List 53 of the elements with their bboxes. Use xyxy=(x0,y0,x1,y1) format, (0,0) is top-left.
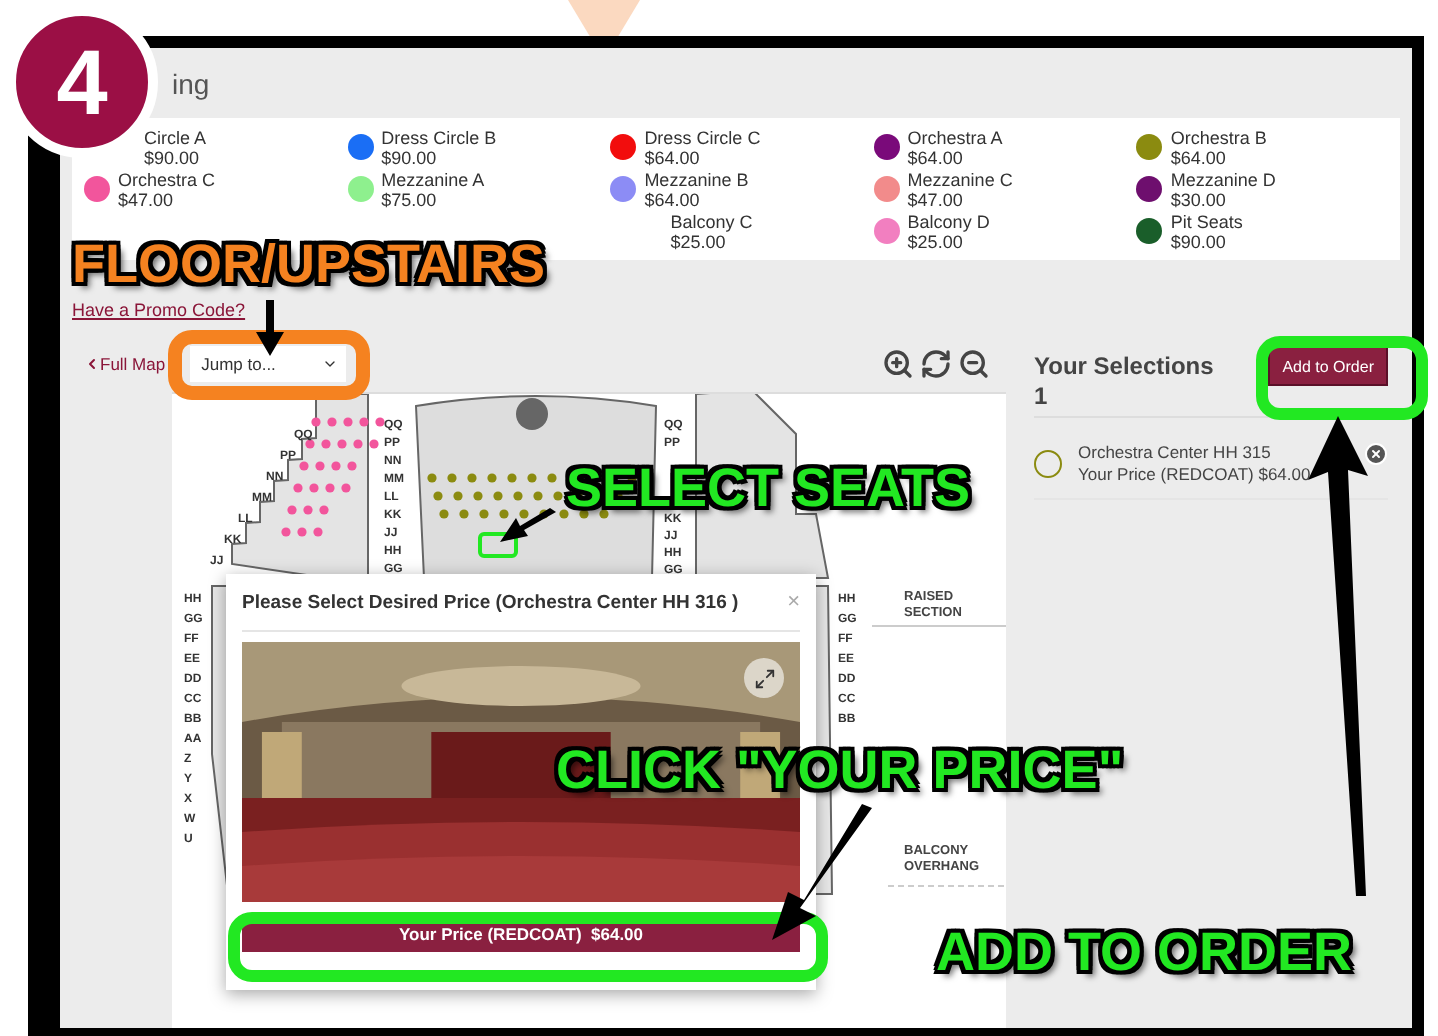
legend-price: $25.00 xyxy=(670,231,727,251)
selected-seat: Orchestra Center HH 315 xyxy=(1078,442,1348,464)
legend-name: Mezzanine D xyxy=(1170,169,1276,189)
promo-link[interactable]: Have a Promo Code? xyxy=(72,300,246,320)
legend-price: $64.00 xyxy=(644,147,702,167)
legend-price: $25.00 xyxy=(907,231,964,251)
full-map-link[interactable]: Full Map xyxy=(84,354,166,374)
legend-name: Balcony D xyxy=(907,211,990,231)
zoom-in-icon[interactable] xyxy=(882,348,914,380)
legend-name: Orchestra A xyxy=(907,127,1003,147)
legend-price: $90.00 xyxy=(381,147,439,167)
seat-dots-drawing xyxy=(281,417,385,537)
legend-name: Dress Circle B xyxy=(381,127,497,147)
legend-price: $30.00 xyxy=(1170,189,1228,209)
page-title: ing xyxy=(170,66,210,104)
arrow-icon xyxy=(1308,416,1368,896)
legend-name: Dress Circle C xyxy=(644,127,761,147)
legend-price: $90.00 xyxy=(1170,231,1228,251)
legend-price: $64.00 xyxy=(907,147,965,167)
caret-icon xyxy=(321,356,338,372)
jump-select[interactable]: Jump to... xyxy=(189,346,346,382)
legend-price: $47.00 xyxy=(118,189,176,209)
legend-price: $75.00 xyxy=(381,189,439,209)
seat-color-ring-icon xyxy=(1034,450,1062,478)
legend-name: Mezzanine A xyxy=(381,169,485,189)
legend-name: Mezzanine C xyxy=(907,169,1013,189)
selections-count: 1 xyxy=(1034,382,1050,412)
selections-heading: Your Selections xyxy=(1034,352,1214,382)
chevron-left-icon xyxy=(84,356,100,372)
remove-icon[interactable] xyxy=(1364,442,1388,466)
arrow-icon xyxy=(256,300,284,356)
stairs-icon xyxy=(516,398,548,430)
legend-name: Balcony C xyxy=(670,211,753,231)
arrow-icon xyxy=(768,804,872,940)
legend-price: $64.00 xyxy=(644,189,702,209)
dialog-title: Please Select Desired Price (Orchestra Center HH 316 ) xyxy=(242,591,739,613)
refresh-icon[interactable] xyxy=(920,348,952,380)
legend-price: $64.00 xyxy=(1170,147,1228,167)
arrow-icon xyxy=(500,508,556,544)
legend-name: Circle A xyxy=(144,127,207,147)
selected-price: Your Price (REDCOAT) $64.00 xyxy=(1078,464,1313,486)
add-to-order-button[interactable]: Add to Order xyxy=(1268,346,1388,386)
legend-price: $90.00 xyxy=(144,147,202,167)
zoom-out-icon[interactable] xyxy=(958,348,990,380)
legend-name: Mezzanine B xyxy=(644,169,749,189)
pointer-shape-drawing xyxy=(568,0,640,40)
legend-name: Orchestra C xyxy=(118,169,216,189)
annotation-text: FLOOR/UPSTAIRS xyxy=(72,238,546,292)
expand-icon[interactable] xyxy=(744,658,784,698)
annotation-text: ADD TO ORDER xyxy=(936,926,1353,980)
legend-name: Orchestra B xyxy=(1170,127,1267,147)
legend-name: Pit Seats xyxy=(1170,211,1243,231)
legend-price: $47.00 xyxy=(907,189,965,209)
